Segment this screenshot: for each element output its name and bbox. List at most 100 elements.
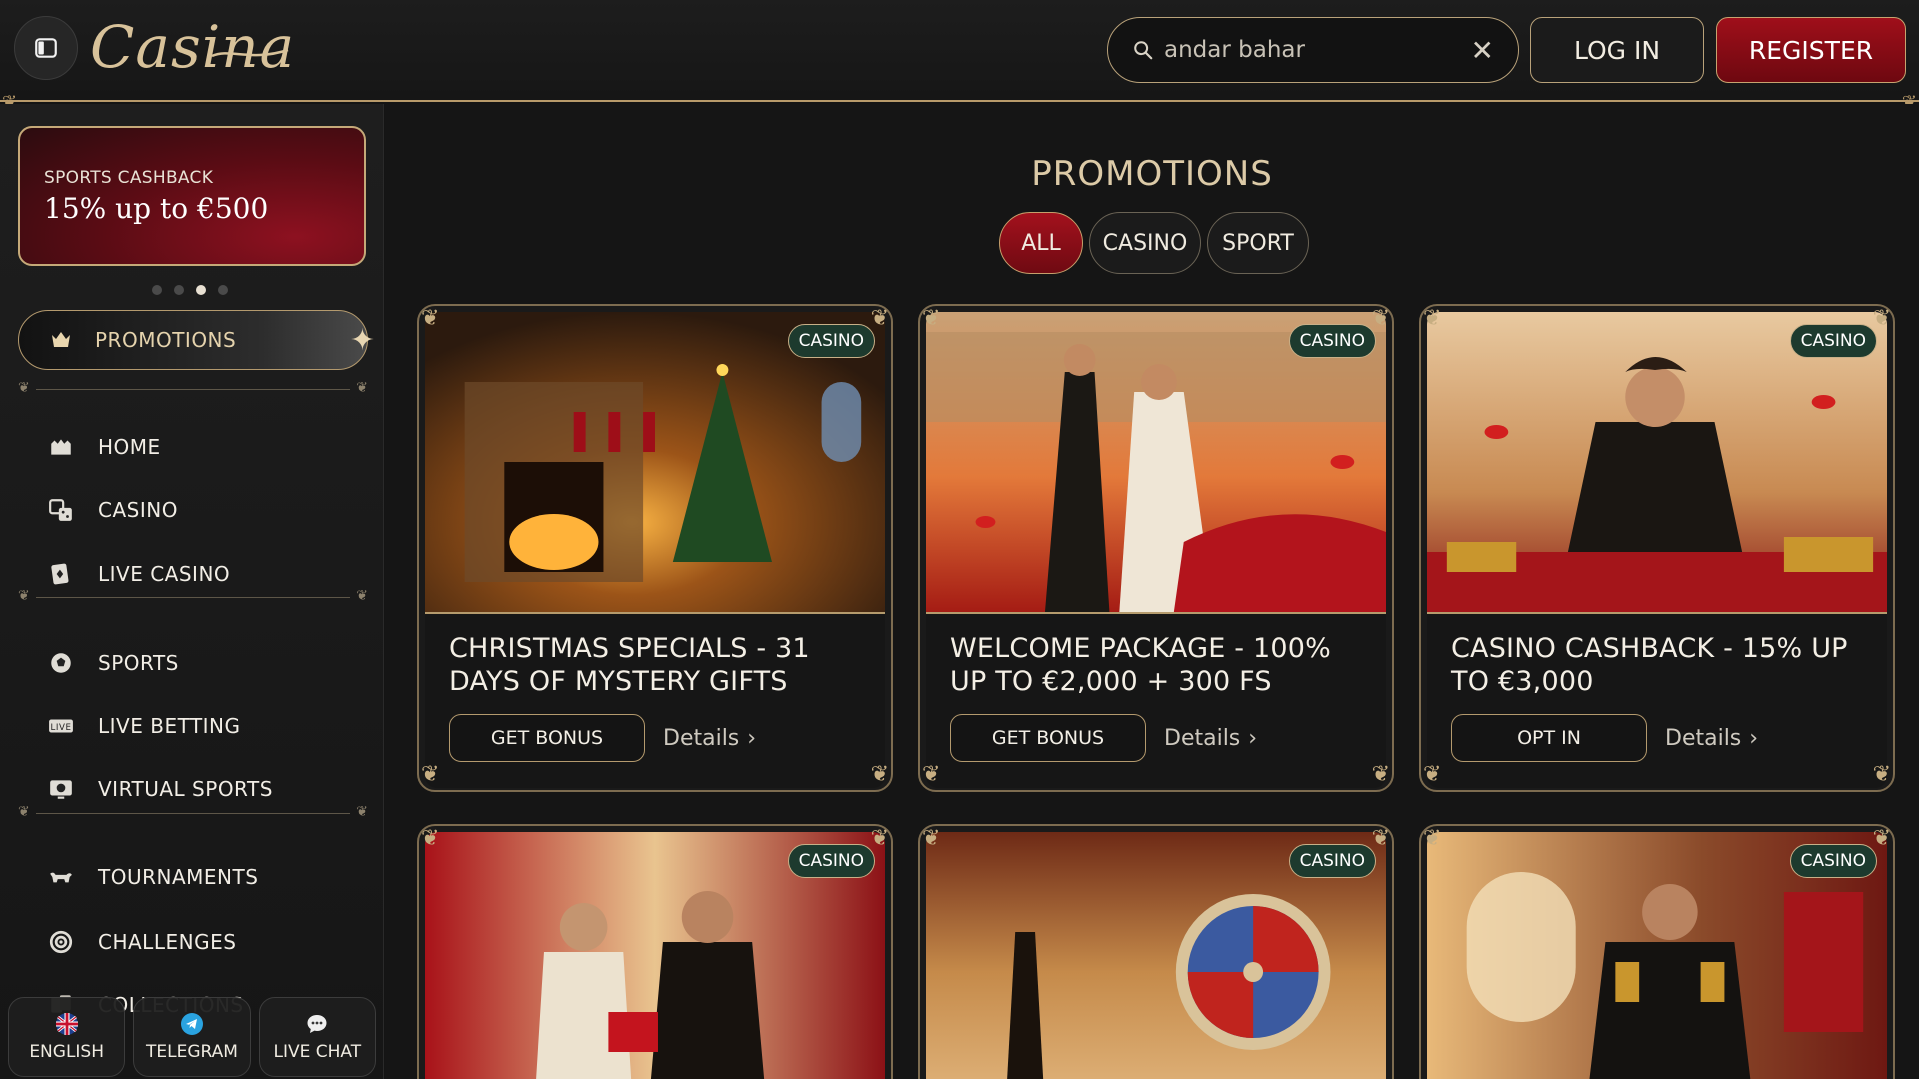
get-bonus-button[interactable]: GET BONUS bbox=[950, 714, 1146, 762]
chevron-right-icon: › bbox=[1749, 725, 1759, 751]
promo-image-cashback: CASINO bbox=[1427, 312, 1887, 612]
promo-title: CASINO CASHBACK - 15% UP TO €3,000 bbox=[1451, 633, 1848, 697]
login-button[interactable]: LOG IN bbox=[1530, 17, 1704, 83]
sidebar-divider: ❦ ❦ bbox=[18, 380, 368, 396]
corner-ornament-icon: ❦ bbox=[1423, 306, 1442, 331]
promo-card[interactable]: CASINO ❦ ❦ bbox=[417, 824, 893, 1079]
corner-ornament-icon: ❦ bbox=[1371, 826, 1390, 851]
sidebar-divider: ❦ ❦ bbox=[18, 588, 368, 604]
corner-ornament-icon: ❦ bbox=[421, 306, 440, 331]
corner-ornament-icon: ❦ bbox=[1371, 762, 1390, 787]
register-button[interactable]: REGISTER bbox=[1716, 17, 1906, 83]
telegram-button[interactable]: TELEGRAM bbox=[133, 997, 251, 1077]
filter-all[interactable]: ALL bbox=[999, 212, 1083, 274]
sidebar-item-tournaments[interactable]: TOURNAMENTS bbox=[46, 859, 258, 895]
banner-value: 15% up to €500 bbox=[44, 192, 269, 225]
search-icon bbox=[1134, 41, 1153, 60]
promo-image-matador: CASINO bbox=[1427, 832, 1887, 1079]
carousel-dot[interactable] bbox=[218, 285, 228, 295]
sidebar-item-home[interactable]: HOME bbox=[46, 429, 161, 465]
details-link[interactable]: Details › bbox=[1665, 726, 1758, 751]
sidebar-item-sports[interactable]: SPORTS bbox=[46, 645, 179, 681]
crown-icon bbox=[47, 326, 75, 354]
sidebar-item-live-casino[interactable]: LIVE CASINO bbox=[46, 556, 230, 592]
live-chat-button[interactable]: LIVE CHAT bbox=[258, 997, 376, 1077]
promo-image-wheel: CASINO bbox=[926, 832, 1386, 1079]
get-bonus-button[interactable]: GET BONUS bbox=[449, 714, 645, 762]
clear-search-icon[interactable]: ✕ bbox=[1471, 34, 1494, 67]
promo-image-couple: CASINO bbox=[425, 832, 885, 1079]
search-input[interactable] bbox=[1164, 37, 1465, 63]
opt-in-button[interactable]: OPT IN bbox=[1451, 714, 1647, 762]
bull-icon bbox=[46, 862, 76, 892]
details-label: Details bbox=[1665, 725, 1742, 751]
details-link[interactable]: Details › bbox=[663, 726, 756, 751]
corner-ornament-icon: ❦ bbox=[1423, 762, 1442, 787]
live-icon: LIVE bbox=[46, 711, 76, 741]
carousel-dot-active[interactable] bbox=[196, 285, 206, 295]
dice-icon bbox=[46, 495, 76, 525]
sparkle-icon: ✦ bbox=[349, 323, 375, 358]
corner-ornament-icon: ❦ bbox=[421, 826, 440, 851]
details-label: Details bbox=[1164, 725, 1241, 751]
chat-icon bbox=[307, 1015, 327, 1033]
home-icon bbox=[46, 432, 76, 462]
chevron-right-icon: › bbox=[747, 725, 757, 751]
promotion-filters: ALL CASINO SPORT bbox=[999, 212, 1309, 274]
sidebar-item-promotions[interactable]: PROMOTIONS ✦ bbox=[18, 310, 375, 370]
corner-ornament-icon: ❦ bbox=[1872, 762, 1891, 787]
corner-ornament-icon: ❦ bbox=[870, 306, 889, 331]
category-tag: CASINO bbox=[1789, 844, 1877, 878]
promo-title: WELCOME PACKAGE - 100% UP TO €2,000 + 30… bbox=[950, 633, 1331, 697]
corner-ornament-icon: ❦ bbox=[922, 306, 941, 331]
soccer-ball-icon bbox=[46, 648, 76, 678]
sidebar-item-label: HOME bbox=[98, 435, 161, 459]
category-tag: CASINO bbox=[1288, 844, 1376, 878]
sidebar-item-casino[interactable]: CASINO bbox=[46, 492, 178, 528]
sidebar-item-virtual-sports[interactable]: VIRTUAL SPORTS bbox=[46, 771, 273, 807]
promo-card[interactable]: CASINO ❦ ❦ bbox=[918, 824, 1394, 1079]
logo-swash-icon bbox=[211, 48, 289, 58]
sidebar-item-label: CASINO bbox=[98, 498, 178, 522]
corner-ornament-icon: ❦ bbox=[1872, 306, 1891, 331]
filter-sport[interactable]: SPORT bbox=[1207, 212, 1309, 274]
corner-ornament-icon: ❦ bbox=[1423, 826, 1442, 851]
promo-card[interactable]: CASINO CHRISTMAS SPECIALS - 31 DAYS OF M… bbox=[417, 304, 893, 792]
language-label: ENGLISH bbox=[29, 1042, 105, 1062]
search-bar[interactable]: ✕ bbox=[1107, 17, 1519, 83]
category-tag: CASINO bbox=[1288, 324, 1376, 358]
page-title: PROMOTIONS bbox=[1031, 154, 1273, 194]
sidebar-divider: ❦ ❦ bbox=[18, 804, 368, 820]
carousel-dot[interactable] bbox=[174, 285, 184, 295]
sidebar-item-live-betting[interactable]: LIVE LIVE BETTING bbox=[46, 708, 241, 744]
carousel-dot[interactable] bbox=[152, 285, 162, 295]
corner-ornament-icon: ❦ bbox=[1872, 826, 1891, 851]
top-header: ❦ ❦ Casina ✕ LOG IN REGISTER bbox=[0, 0, 1919, 112]
promo-card[interactable]: CASINO CASINO CASHBACK - 15% UP TO €3,00… bbox=[1419, 304, 1895, 792]
filter-casino[interactable]: CASINO bbox=[1089, 212, 1201, 274]
sidebar-item-label: PROMOTIONS bbox=[95, 328, 237, 352]
sports-cashback-banner[interactable]: SPORTS CASHBACK 15% up to €500 bbox=[18, 126, 366, 266]
sidebar-item-label: LIVE BETTING bbox=[98, 714, 241, 738]
svg-text:LIVE: LIVE bbox=[51, 723, 72, 733]
sidebar-toggle-icon bbox=[35, 38, 57, 58]
promo-card[interactable]: CASINO ❦ ❦ bbox=[1419, 824, 1895, 1079]
sidebar-item-label: LIVE CASINO bbox=[98, 562, 231, 586]
category-tag: CASINO bbox=[787, 844, 875, 878]
sidebar-item-challenges[interactable]: CHALLENGES bbox=[46, 924, 236, 960]
telegram-icon bbox=[180, 1013, 203, 1035]
uk-flag-icon bbox=[55, 1013, 78, 1035]
language-button[interactable]: ENGLISH bbox=[8, 997, 126, 1077]
corner-ornament-icon: ❦ bbox=[922, 826, 941, 851]
details-link[interactable]: Details › bbox=[1164, 726, 1257, 751]
sidebar-toggle-button[interactable] bbox=[14, 16, 78, 80]
corner-ornament-icon: ❦ bbox=[922, 762, 941, 787]
sidebar-item-label: CHALLENGES bbox=[98, 930, 237, 954]
chevron-right-icon: › bbox=[1248, 725, 1258, 751]
promo-card[interactable]: CASINO WELCOME PACKAGE - 100% UP TO €2,0… bbox=[918, 304, 1394, 792]
corner-ornament-icon: ❦ bbox=[1371, 306, 1390, 331]
banner-title: SPORTS CASHBACK bbox=[44, 168, 214, 188]
telegram-label: TELEGRAM bbox=[146, 1042, 238, 1062]
corner-ornament-icon: ❦ bbox=[870, 762, 889, 787]
promo-image-christmas: CASINO bbox=[425, 312, 885, 612]
